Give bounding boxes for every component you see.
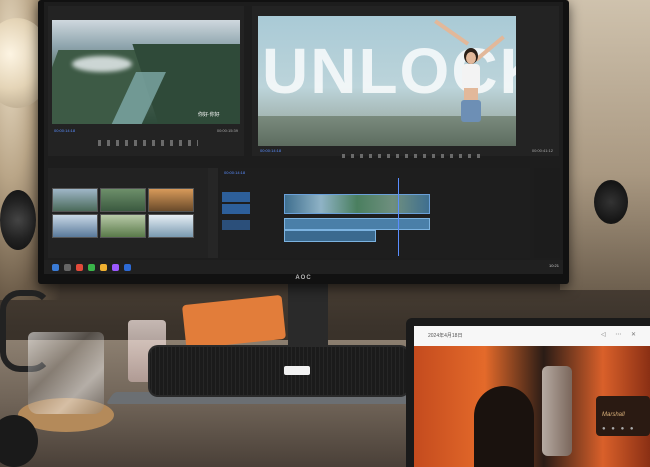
program-transport-controls[interactable] bbox=[342, 154, 482, 158]
woman-figure bbox=[434, 19, 505, 146]
video-subtitle: 你好·你好 bbox=[198, 112, 220, 118]
clip-thumbnail[interactable] bbox=[100, 188, 146, 212]
tablet-photo: Marshall ● ● ● ● bbox=[414, 346, 650, 467]
program-duration: 00:00:41:12 bbox=[531, 148, 553, 153]
crystal-glass bbox=[28, 332, 104, 414]
program-video: UNLOCK bbox=[258, 16, 516, 146]
project-panel bbox=[48, 168, 212, 258]
tablet-topbar: 2024年4月18日 ◁ ⋯ ✕ bbox=[414, 326, 650, 346]
timeline-panel: 00:00:14:18 bbox=[220, 168, 530, 258]
timeline-audio-clip[interactable] bbox=[284, 230, 376, 242]
source-transport-controls[interactable] bbox=[98, 140, 198, 146]
amp-brand: Marshall bbox=[602, 412, 625, 418]
source-video-landscape: 你好·你好 bbox=[52, 20, 240, 124]
speaker-right bbox=[594, 180, 628, 224]
bottle bbox=[542, 366, 572, 456]
timeline-video-clip[interactable] bbox=[284, 194, 430, 214]
clip-thumbnail[interactable] bbox=[148, 188, 194, 212]
top bbox=[462, 64, 480, 90]
program-monitor-panel: UNLOCK 00:00:14:18 00:00:41:12 bbox=[252, 6, 559, 158]
source-duration: 00:00:15:39 bbox=[216, 128, 238, 133]
waist bbox=[464, 88, 478, 100]
video-track-header[interactable] bbox=[222, 192, 250, 202]
speaker-left bbox=[0, 190, 36, 250]
monitor-stand-neck bbox=[288, 284, 328, 354]
taskbar: 10:21 bbox=[44, 260, 563, 274]
clip-thumbnail[interactable] bbox=[100, 214, 146, 238]
monitor-screen: 你好·你好 00:00:14:18 00:00:15:39 UNLOCK bbox=[44, 2, 563, 274]
timeline-audio-clip[interactable] bbox=[284, 218, 430, 230]
monitor-brand-logo: AOC bbox=[295, 275, 312, 281]
tablet-title: 2024年4月18日 bbox=[428, 333, 463, 339]
tablet: 2024年4月18日 ◁ ⋯ ✕ Marshall ● ● ● ● bbox=[406, 318, 650, 467]
search-icon[interactable] bbox=[64, 264, 71, 271]
folder-icon[interactable] bbox=[100, 264, 107, 271]
person-silhouette bbox=[474, 386, 534, 467]
desk-scene: 你好·你好 00:00:14:18 00:00:15:39 UNLOCK bbox=[0, 0, 650, 467]
soundbar bbox=[148, 345, 410, 397]
tablet-window-icons[interactable]: ◁ ⋯ ✕ bbox=[601, 331, 640, 338]
clip-thumbnail[interactable] bbox=[52, 188, 98, 212]
wall-right bbox=[560, 0, 650, 290]
amp-knobs: ● ● ● ● bbox=[602, 426, 636, 432]
timeline-timecode: 00:00:14:18 bbox=[224, 170, 246, 175]
clip-thumbnail[interactable] bbox=[148, 214, 194, 238]
tablet-screen: 2024年4月18日 ◁ ⋯ ✕ Marshall ● ● ● ● bbox=[414, 326, 650, 467]
source-monitor-panel: 你好·你好 00:00:14:18 00:00:15:39 bbox=[48, 6, 244, 156]
audio-meters bbox=[534, 168, 560, 258]
source-timecode: 00:00:14:18 bbox=[54, 128, 76, 133]
jeans bbox=[461, 100, 481, 122]
face bbox=[466, 52, 476, 64]
app-icon[interactable] bbox=[124, 264, 131, 271]
app-icon[interactable] bbox=[88, 264, 95, 271]
video-track-header[interactable] bbox=[222, 204, 250, 214]
audio-track-header[interactable] bbox=[222, 220, 250, 230]
cloud bbox=[72, 56, 132, 72]
tools-panel bbox=[208, 168, 218, 258]
arm bbox=[474, 35, 505, 62]
start-icon[interactable] bbox=[52, 264, 59, 271]
monitor: 你好·你好 00:00:14:18 00:00:15:39 UNLOCK bbox=[38, 0, 569, 284]
program-timecode: 00:00:14:18 bbox=[260, 148, 282, 153]
amplifier: Marshall ● ● ● ● bbox=[596, 396, 650, 436]
playhead[interactable] bbox=[398, 178, 399, 256]
app-icon[interactable] bbox=[76, 264, 83, 271]
system-tray-clock: 10:21 bbox=[548, 263, 559, 268]
premiere-icon[interactable] bbox=[112, 264, 119, 271]
clip-thumbnail[interactable] bbox=[52, 214, 98, 238]
soundbar-display bbox=[284, 366, 310, 375]
